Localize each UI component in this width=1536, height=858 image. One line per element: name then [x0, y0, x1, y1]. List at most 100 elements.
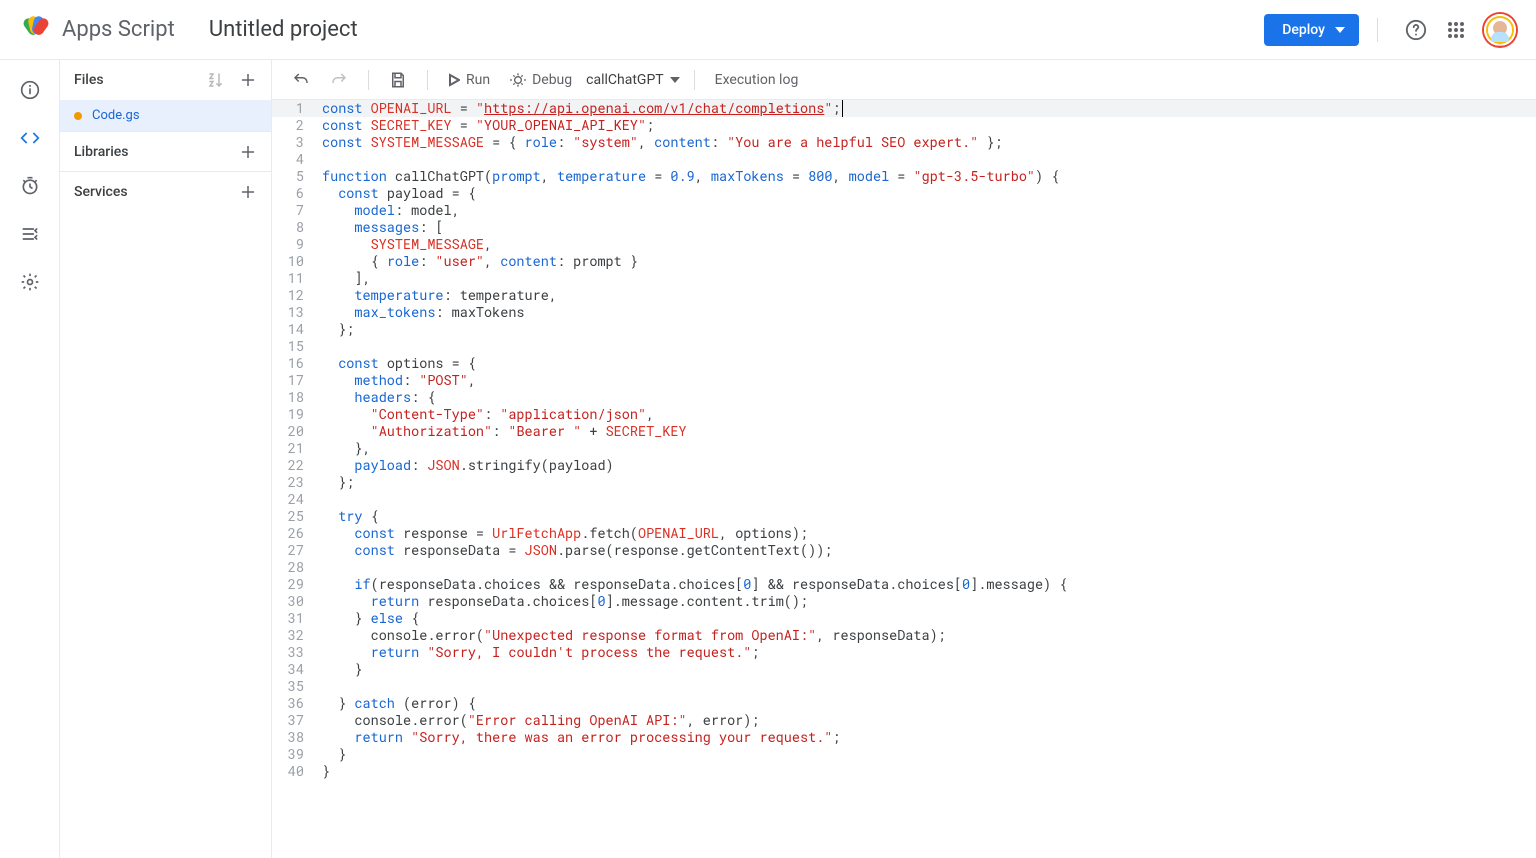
- deploy-button-label: Deploy: [1282, 22, 1325, 38]
- line-number: 30: [272, 593, 316, 610]
- debug-button[interactable]: Debug: [504, 68, 578, 92]
- code-line[interactable]: 9 SYSTEM_MESSAGE,: [272, 236, 1536, 253]
- left-rail: [0, 60, 60, 858]
- line-number: 11: [272, 270, 316, 287]
- code-line[interactable]: 31 } else {: [272, 610, 1536, 627]
- code-line[interactable]: 30 return responseData.choices[0].messag…: [272, 593, 1536, 610]
- code-line[interactable]: 4: [272, 151, 1536, 168]
- code-line[interactable]: 11 ],: [272, 270, 1536, 287]
- code-content: ],: [316, 270, 371, 287]
- code-content: return "Sorry, there was an error proces…: [316, 729, 841, 746]
- code-line[interactable]: 10 { role: "user", content: prompt }: [272, 253, 1536, 270]
- redo-button[interactable]: [324, 67, 354, 93]
- code-line[interactable]: 39 }: [272, 746, 1536, 763]
- line-number: 21: [272, 440, 316, 457]
- code-line[interactable]: 16 const options = {: [272, 355, 1536, 372]
- rail-settings-icon[interactable]: [18, 270, 42, 294]
- rail-executions-icon[interactable]: [18, 222, 42, 246]
- code-content: const SECRET_KEY = "YOUR_OPENAI_API_KEY"…: [316, 117, 654, 134]
- add-library-icon[interactable]: [239, 143, 257, 161]
- code-line[interactable]: 33 return "Sorry, I couldn't process the…: [272, 644, 1536, 661]
- code-line[interactable]: 12 temperature: temperature,: [272, 287, 1536, 304]
- code-line[interactable]: 14 };: [272, 321, 1536, 338]
- code-line[interactable]: 36 } catch (error) {: [272, 695, 1536, 712]
- add-file-icon[interactable]: [239, 71, 257, 89]
- code-line[interactable]: 15: [272, 338, 1536, 355]
- execution-log-label: Execution log: [715, 72, 799, 88]
- code-line[interactable]: 6 const payload = {: [272, 185, 1536, 202]
- debug-label: Debug: [532, 72, 572, 88]
- code-line[interactable]: 23 };: [272, 474, 1536, 491]
- code-content: console.error("Error calling OpenAI API:…: [316, 712, 760, 729]
- files-label: Files: [74, 72, 104, 88]
- code-line[interactable]: 13 max_tokens: maxTokens: [272, 304, 1536, 321]
- run-label: Run: [466, 72, 490, 88]
- code-content: } else {: [316, 610, 419, 627]
- rail-info-icon[interactable]: [18, 78, 42, 102]
- code-line[interactable]: 32 console.error("Unexpected response fo…: [272, 627, 1536, 644]
- line-number: 23: [272, 474, 316, 491]
- code-content: { role: "user", content: prompt }: [316, 253, 638, 270]
- sort-az-icon[interactable]: [207, 71, 225, 89]
- code-line[interactable]: 27 const responseData = JSON.parse(respo…: [272, 542, 1536, 559]
- line-number: 12: [272, 287, 316, 304]
- code-line[interactable]: 35: [272, 678, 1536, 695]
- code-line[interactable]: 20 "Authorization": "Bearer " + SECRET_K…: [272, 423, 1536, 440]
- line-number: 2: [272, 117, 316, 134]
- code-line[interactable]: 34 }: [272, 661, 1536, 678]
- line-number: 13: [272, 304, 316, 321]
- project-title[interactable]: Untitled project: [209, 17, 358, 42]
- code-line[interactable]: 29 if(responseData.choices && responseDa…: [272, 576, 1536, 593]
- code-line[interactable]: 1const OPENAI_URL = "https://api.openai.…: [272, 100, 1536, 117]
- save-button[interactable]: [383, 67, 413, 93]
- apps-grid-icon[interactable]: [1444, 18, 1468, 42]
- code-line[interactable]: 37 console.error("Error calling OpenAI A…: [272, 712, 1536, 729]
- code-line[interactable]: 3const SYSTEM_MESSAGE = { role: "system"…: [272, 134, 1536, 151]
- code-line[interactable]: 18 headers: {: [272, 389, 1536, 406]
- code-line[interactable]: 26 const response = UrlFetchApp.fetch(OP…: [272, 525, 1536, 542]
- code-content: [316, 559, 322, 576]
- line-number: 7: [272, 202, 316, 219]
- code-line[interactable]: 2const SECRET_KEY = "YOUR_OPENAI_API_KEY…: [272, 117, 1536, 134]
- execution-log-button[interactable]: Execution log: [709, 68, 805, 92]
- caret-down-icon: [1335, 27, 1345, 33]
- editor-area: Run Debug callChatGPT Execution log 1con…: [272, 60, 1536, 858]
- code-content: if(responseData.choices && responseData.…: [316, 576, 1067, 593]
- function-select[interactable]: callChatGPT: [586, 72, 680, 88]
- rail-editor-icon[interactable]: [18, 126, 42, 150]
- code-line[interactable]: 25 try {: [272, 508, 1536, 525]
- code-content: const responseData = JSON.parse(response…: [316, 542, 832, 559]
- code-line[interactable]: 28: [272, 559, 1536, 576]
- editor-toolbar: Run Debug callChatGPT Execution log: [272, 60, 1536, 100]
- code-editor[interactable]: 1const OPENAI_URL = "https://api.openai.…: [272, 100, 1536, 858]
- code-content: const OPENAI_URL = "https://api.openai.c…: [316, 100, 843, 117]
- file-item-code-gs[interactable]: Code.gs: [60, 100, 271, 131]
- help-icon[interactable]: [1404, 18, 1428, 42]
- code-content: const SYSTEM_MESSAGE = { role: "system",…: [316, 134, 1003, 151]
- code-line[interactable]: 19 "Content-Type": "application/json",: [272, 406, 1536, 423]
- line-number: 29: [272, 576, 316, 593]
- run-button[interactable]: Run: [442, 68, 496, 92]
- code-line[interactable]: 5function callChatGPT(prompt, temperatur…: [272, 168, 1536, 185]
- code-content: [316, 338, 322, 355]
- line-number: 1: [272, 100, 316, 117]
- deploy-button[interactable]: Deploy: [1264, 14, 1359, 46]
- code-line[interactable]: 17 method: "POST",: [272, 372, 1536, 389]
- rail-triggers-icon[interactable]: [18, 174, 42, 198]
- add-service-icon[interactable]: [239, 183, 257, 201]
- file-name: Code.gs: [92, 108, 140, 123]
- code-line[interactable]: 40}: [272, 763, 1536, 780]
- code-line[interactable]: 7 model: model,: [272, 202, 1536, 219]
- code-line[interactable]: 21 },: [272, 440, 1536, 457]
- code-line[interactable]: 8 messages: [: [272, 219, 1536, 236]
- code-line[interactable]: 24: [272, 491, 1536, 508]
- line-number: 15: [272, 338, 316, 355]
- file-panel: Files Code.gs Libraries Servic: [60, 60, 272, 858]
- line-number: 3: [272, 134, 316, 151]
- line-number: 24: [272, 491, 316, 508]
- text-cursor: [842, 100, 843, 117]
- code-line[interactable]: 22 payload: JSON.stringify(payload): [272, 457, 1536, 474]
- code-line[interactable]: 38 return "Sorry, there was an error pro…: [272, 729, 1536, 746]
- undo-button[interactable]: [286, 67, 316, 93]
- account-avatar[interactable]: [1484, 14, 1516, 46]
